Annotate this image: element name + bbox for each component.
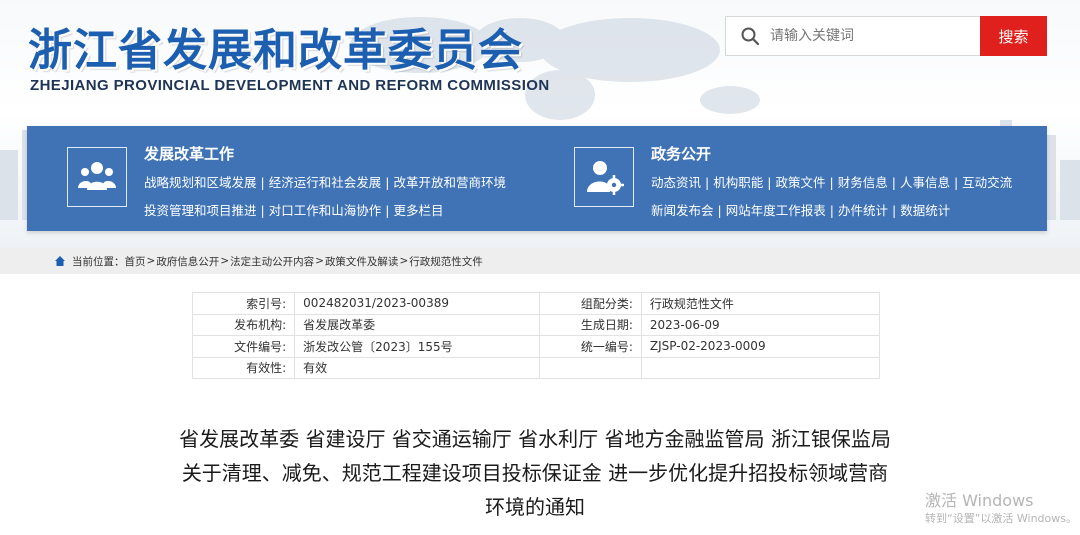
table-row: 文件编号: 浙发改公管〔2023〕155号 统一编号: ZJSP-02-2023…: [191, 335, 881, 358]
breadcrumb-item[interactable]: 法定主动公开内容: [230, 254, 314, 269]
meta-value: 行政规范性文件: [640, 292, 881, 315]
site-subtitle: ZHEJIANG PROVINCIAL DEVELOPMENT AND REFO…: [30, 77, 550, 94]
nav-link-economic-operation[interactable]: 经济运行和社会发展: [269, 175, 382, 190]
nav-separator: |: [953, 175, 959, 190]
nav-separator: |: [767, 175, 772, 190]
nav-links-row: 战略规划和区域发展 | 经济运行和社会发展 | 改革开放和营商环境: [144, 172, 506, 191]
nav-link-press-conference[interactable]: 新闻发布会: [651, 203, 714, 218]
nav-separator: |: [891, 175, 896, 190]
document-title-line: 环境的通知: [485, 495, 585, 519]
nav-links-row: 投资管理和项目推进 | 对口工作和山海协作 | 更多栏目: [144, 200, 443, 219]
document-title-line: 关于清理、减免、规范工程建设项目投标保证金 进一步优化提升招投标领域营商: [181, 461, 889, 485]
nav-separator: |: [705, 175, 710, 190]
document-metadata-table: 索引号: 002482031/2023-00389 组配分类: 行政规范性文件 …: [191, 292, 881, 379]
nav-link-personnel-info[interactable]: 人事信息: [900, 175, 950, 190]
home-icon: [55, 256, 65, 266]
breadcrumb-label: 当前位置：: [72, 255, 125, 268]
nav-link-reform-opening[interactable]: 改革开放和营商环境: [393, 175, 506, 190]
meta-value: 浙发改公管〔2023〕155号: [294, 335, 540, 358]
meta-key: 组配分类:: [538, 292, 642, 315]
breadcrumb: 当前位置： 首页 > 政府信息公开 > 法定主动公开内容 > 政策文件及解读 > 行政规范性文件: [0, 248, 1080, 274]
nav-panel: 发展改革工作 战略规划和区域发展 | 经济运行和社会发展 | 改革开放和营商环境 投资管…: [27, 126, 1047, 231]
search-icon: [741, 27, 760, 46]
nav-separator: |: [717, 203, 722, 218]
meta-value: 有效: [294, 356, 540, 379]
nav-separator: |: [891, 203, 897, 218]
meta-key: 统一编号:: [538, 335, 642, 358]
nav-separator: |: [829, 175, 834, 190]
nav-separator: |: [385, 175, 390, 190]
nav-link-policy-documents[interactable]: 政策文件: [775, 175, 825, 190]
nav-links-row: 新闻发布会 | 网站年度工作报表 | 办件统计 | 数据统计: [651, 200, 950, 219]
meta-value: 省发展改革委: [294, 313, 540, 336]
site-header: 浙江省发展和改革委员会 ZHEJIANG PROVINCIAL DEVELOPM…: [0, 0, 1080, 248]
breadcrumb-item[interactable]: 首页: [125, 254, 146, 269]
nav-separator: |: [260, 203, 265, 218]
meta-value: [640, 356, 881, 379]
nav-link-investment-management[interactable]: 投资管理和项目推进: [144, 203, 257, 218]
breadcrumb-separator: >: [399, 255, 409, 267]
breadcrumb-separator: >: [146, 255, 156, 267]
people-group-icon[interactable]: [67, 147, 127, 207]
search-field-container[interactable]: [725, 16, 980, 56]
nav-link-case-statistics[interactable]: 办件统计: [838, 203, 888, 218]
site-title[interactable]: 浙江省发展和改革委员会: [28, 14, 523, 78]
search-bar: 搜索: [725, 16, 1047, 56]
meta-key: 发布机构:: [191, 313, 296, 336]
nav-link-functions[interactable]: 机构职能: [713, 175, 763, 190]
meta-key: 生成日期:: [538, 313, 642, 336]
table-row: 有效性: 有效: [191, 356, 881, 379]
meta-key: 有效性:: [191, 356, 296, 379]
nav-link-counterpart-work[interactable]: 对口工作和山海协作: [269, 203, 382, 218]
table-row: 发布机构: 省发展改革委 生成日期: 2023-06-09: [191, 313, 881, 336]
meta-value: 002482031/2023-00389: [294, 292, 540, 315]
nav-links-row: 动态资讯 | 机构职能 | 政策文件 | 财务信息 | 人事信息 | 互动交流: [651, 172, 1012, 191]
nav-group-title[interactable]: 政务公开: [651, 143, 711, 164]
meta-key: [538, 356, 642, 379]
nav-group-title[interactable]: 发展改革工作: [144, 143, 234, 164]
nav-link-annual-report[interactable]: 网站年度工作报表: [726, 203, 826, 218]
document-title: 省发展改革委 省建设厅 省交通运输厅 省水利厅 省地方金融监管局 浙江银保监局 …: [140, 422, 930, 524]
nav-link-news[interactable]: 动态资讯: [651, 175, 701, 190]
meta-key: 文件编号:: [191, 335, 296, 358]
meta-value: ZJSP-02-2023-0009: [640, 335, 881, 358]
nav-link-finance-info[interactable]: 财务信息: [838, 175, 888, 190]
breadcrumb-item[interactable]: 政府信息公开: [156, 254, 219, 269]
nav-link-strategy-planning[interactable]: 战略规划和区域发展: [144, 175, 257, 190]
meta-value: 2023-06-09: [640, 313, 881, 336]
breadcrumb-item[interactable]: 政策文件及解读: [325, 254, 399, 269]
nav-separator: |: [829, 203, 834, 218]
meta-key: 索引号:: [191, 292, 296, 315]
nav-link-interaction[interactable]: 互动交流: [962, 175, 1012, 190]
activation-watermark-title: 激活 Windows: [925, 491, 1034, 510]
breadcrumb-separator: >: [315, 255, 324, 267]
breadcrumb-item[interactable]: 行政规范性文件: [409, 254, 483, 269]
nav-separator: |: [385, 203, 390, 218]
nav-link-data-statistics[interactable]: 数据统计: [900, 203, 950, 218]
search-input[interactable]: [770, 28, 960, 44]
user-gear-icon[interactable]: [574, 147, 634, 207]
breadcrumb-separator: >: [220, 255, 230, 267]
table-row: 索引号: 002482031/2023-00389 组配分类: 行政规范性文件: [191, 292, 881, 315]
nav-link-more-columns[interactable]: 更多栏目: [393, 203, 443, 218]
search-button[interactable]: 搜索: [980, 16, 1047, 56]
nav-separator: |: [260, 175, 265, 190]
document-title-line: 省发展改革委 省建设厅 省交通运输厅 省水利厅 省地方金融监管局 浙江银保监局: [179, 427, 891, 451]
activation-watermark-hint: 转到“设置”以激活 Windows。: [925, 512, 1077, 525]
